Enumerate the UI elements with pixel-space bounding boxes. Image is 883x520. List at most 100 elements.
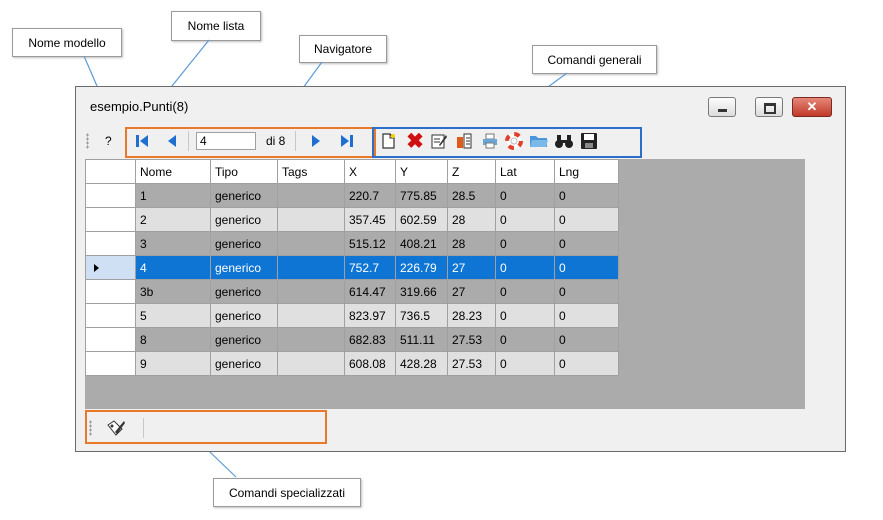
column-header[interactable]: Tags xyxy=(277,159,345,184)
row-header[interactable] xyxy=(85,351,136,376)
cell-y[interactable]: 775.85 xyxy=(395,183,448,208)
cell-nome[interactable]: 9 xyxy=(135,351,211,376)
column-header[interactable]: X xyxy=(344,159,396,184)
cell-lat[interactable]: 0 xyxy=(495,303,555,328)
cell-z[interactable]: 27.53 xyxy=(447,351,496,376)
table-row[interactable]: 9 generico 608.08 428.28 27.53 0 0 xyxy=(85,351,619,376)
cell-tags[interactable] xyxy=(277,279,345,304)
cell-lat[interactable]: 0 xyxy=(495,279,555,304)
cell-z[interactable]: 28 xyxy=(447,231,496,256)
column-header[interactable]: Lng xyxy=(554,159,619,184)
table-row[interactable]: 1 generico 220.7 775.85 28.5 0 0 xyxy=(85,183,619,208)
first-record-icon[interactable] xyxy=(131,130,153,152)
row-header[interactable] xyxy=(85,207,136,232)
cell-lng[interactable]: 0 xyxy=(554,255,619,280)
cell-y[interactable]: 408.21 xyxy=(395,231,448,256)
cell-nome[interactable]: 2 xyxy=(135,207,211,232)
column-header[interactable]: Nome xyxy=(135,159,211,184)
cell-z[interactable]: 28.5 xyxy=(447,183,496,208)
cell-tipo[interactable]: generico xyxy=(210,327,278,352)
cell-tipo[interactable]: generico xyxy=(210,303,278,328)
cell-lat[interactable]: 0 xyxy=(495,183,555,208)
cell-tipo[interactable]: generico xyxy=(210,351,278,376)
cell-z[interactable]: 27 xyxy=(447,255,496,280)
row-header[interactable] xyxy=(85,231,136,256)
cell-tags[interactable] xyxy=(277,303,345,328)
cell-y[interactable]: 736.5 xyxy=(395,303,448,328)
cell-nome[interactable]: 3 xyxy=(135,231,211,256)
cell-x[interactable]: 357.45 xyxy=(344,207,396,232)
edit-icon[interactable] xyxy=(428,130,450,152)
cell-y[interactable]: 319.66 xyxy=(395,279,448,304)
cell-nome[interactable]: 4 xyxy=(135,255,211,280)
last-record-icon[interactable] xyxy=(336,130,358,152)
cell-z[interactable]: 27.53 xyxy=(447,327,496,352)
cell-lng[interactable]: 0 xyxy=(554,231,619,256)
cell-nome[interactable]: 5 xyxy=(135,303,211,328)
cell-tags[interactable] xyxy=(277,351,345,376)
column-header[interactable]: Tipo xyxy=(210,159,278,184)
column-header[interactable]: Z xyxy=(447,159,496,184)
cell-x[interactable]: 220.7 xyxy=(344,183,396,208)
cell-lat[interactable]: 0 xyxy=(495,207,555,232)
column-header[interactable]: Lat xyxy=(495,159,555,184)
cell-lat[interactable]: 0 xyxy=(495,327,555,352)
cell-tags[interactable] xyxy=(277,255,345,280)
cell-lng[interactable]: 0 xyxy=(554,279,619,304)
table-row[interactable]: 3b generico 614.47 319.66 27 0 0 xyxy=(85,279,619,304)
cell-tipo[interactable]: generico xyxy=(210,255,278,280)
cell-lng[interactable]: 0 xyxy=(554,207,619,232)
row-header[interactable] xyxy=(85,303,136,328)
cell-x[interactable]: 608.08 xyxy=(344,351,396,376)
cell-z[interactable]: 28.23 xyxy=(447,303,496,328)
cell-tipo[interactable]: generico xyxy=(210,279,278,304)
cell-tags[interactable] xyxy=(277,327,345,352)
column-header[interactable]: Y xyxy=(395,159,448,184)
cell-lat[interactable]: 0 xyxy=(495,255,555,280)
save-icon[interactable] xyxy=(578,130,600,152)
cell-nome[interactable]: 3b xyxy=(135,279,211,304)
cell-y[interactable]: 428.28 xyxy=(395,351,448,376)
cell-x[interactable]: 515.12 xyxy=(344,231,396,256)
open-folder-icon[interactable] xyxy=(528,130,550,152)
delete-icon[interactable]: ✖ xyxy=(404,130,426,153)
find-binoculars-icon[interactable] xyxy=(553,130,575,152)
specialized-edit-icon[interactable] xyxy=(105,417,127,439)
row-header[interactable] xyxy=(85,279,136,304)
minimize-button[interactable] xyxy=(708,97,736,117)
previous-record-icon[interactable] xyxy=(161,130,183,152)
cell-x[interactable]: 614.47 xyxy=(344,279,396,304)
row-header[interactable] xyxy=(85,255,136,280)
cell-nome[interactable]: 1 xyxy=(135,183,211,208)
cell-z[interactable]: 28 xyxy=(447,207,496,232)
cell-lng[interactable]: 0 xyxy=(554,351,619,376)
table-row-selected[interactable]: 4 generico 752.7 226.79 27 0 0 xyxy=(85,255,619,280)
table-row[interactable]: 3 generico 515.12 408.21 28 0 0 xyxy=(85,231,619,256)
table-row[interactable]: 8 generico 682.83 511.11 27.53 0 0 xyxy=(85,327,619,352)
cell-x[interactable]: 823.97 xyxy=(344,303,396,328)
cell-lng[interactable]: 0 xyxy=(554,327,619,352)
cell-y[interactable]: 511.11 xyxy=(395,327,448,352)
maximize-button[interactable] xyxy=(755,97,783,117)
row-header[interactable] xyxy=(85,327,136,352)
next-record-icon[interactable] xyxy=(305,130,327,152)
print-icon[interactable] xyxy=(479,130,501,152)
new-document-icon[interactable] xyxy=(377,130,399,152)
toolbar-grip[interactable] xyxy=(86,133,89,149)
cell-x[interactable]: 682.83 xyxy=(344,327,396,352)
close-button[interactable]: ✕ xyxy=(792,97,832,117)
help-lifebuoy-icon[interactable] xyxy=(503,130,525,152)
record-position-input[interactable] xyxy=(196,132,256,150)
cell-tipo[interactable]: generico xyxy=(210,231,278,256)
help-button[interactable]: ? xyxy=(105,134,112,148)
properties-icon[interactable] xyxy=(453,130,475,152)
cell-tipo[interactable]: generico xyxy=(210,183,278,208)
table-row[interactable]: 5 generico 823.97 736.5 28.23 0 0 xyxy=(85,303,619,328)
cell-y[interactable]: 226.79 xyxy=(395,255,448,280)
table-row[interactable]: 2 generico 357.45 602.59 28 0 0 xyxy=(85,207,619,232)
cell-lat[interactable]: 0 xyxy=(495,231,555,256)
cell-y[interactable]: 602.59 xyxy=(395,207,448,232)
cell-tags[interactable] xyxy=(277,231,345,256)
cell-tipo[interactable]: generico xyxy=(210,207,278,232)
cell-lat[interactable]: 0 xyxy=(495,351,555,376)
